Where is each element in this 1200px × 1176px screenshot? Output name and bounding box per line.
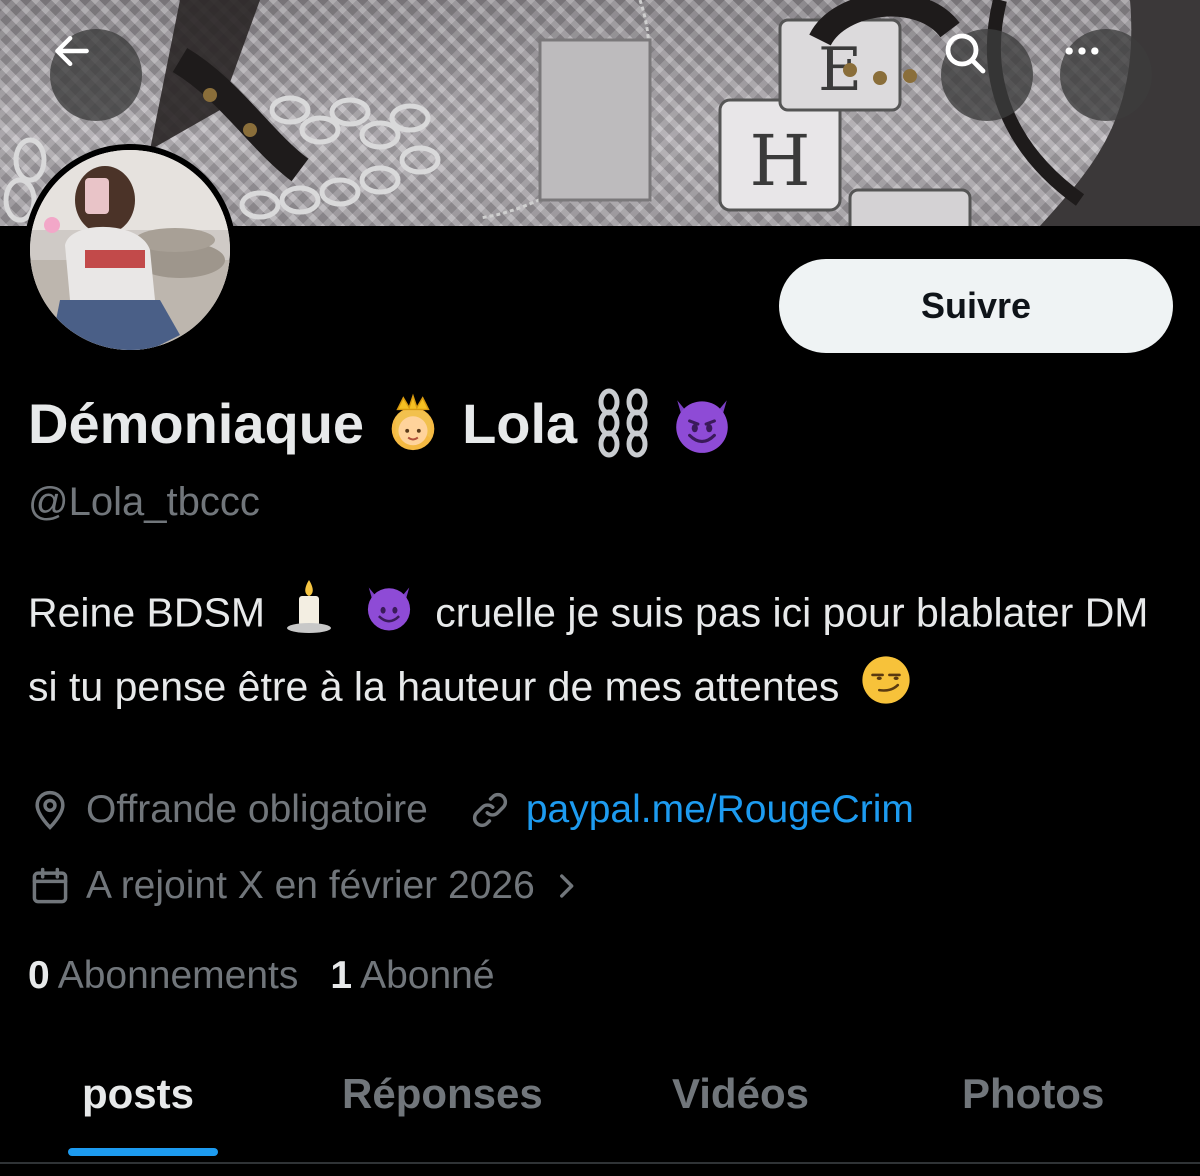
active-tab-indicator bbox=[68, 1148, 218, 1156]
following-link[interactable]: 0 Abonnements bbox=[28, 954, 298, 998]
chevron-right-icon bbox=[559, 874, 574, 898]
tabs-divider bbox=[0, 1162, 1200, 1164]
svg-text:H: H bbox=[749, 120, 810, 202]
search-button[interactable] bbox=[941, 29, 1033, 121]
link-icon bbox=[472, 792, 507, 828]
tab-replies[interactable]: Réponses bbox=[342, 1070, 543, 1118]
joined-row[interactable]: A rejoint X en février 2026 bbox=[28, 864, 583, 908]
search-icon bbox=[945, 33, 986, 74]
more-options-button[interactable] bbox=[1060, 29, 1152, 121]
joined-item[interactable]: A rejoint X en février 2026 bbox=[28, 864, 583, 908]
followers-label: Abonné bbox=[360, 954, 495, 997]
smiling-devil-emoji-icon bbox=[362, 579, 416, 652]
joined-text: A rejoint X en février 2026 bbox=[86, 864, 535, 907]
calendar-icon bbox=[32, 867, 68, 904]
location-pin-icon bbox=[35, 790, 65, 830]
following-count: 0 bbox=[28, 954, 50, 997]
location-item: Offrande obligatoire bbox=[28, 788, 428, 832]
profile-bio: Reine BDSM cruelle je suis pas ici pour … bbox=[28, 578, 1168, 726]
location-text: Offrande obligatoire bbox=[86, 788, 428, 831]
followers-count: 1 bbox=[330, 954, 353, 997]
website-item[interactable]: paypal.me/RougeCrim bbox=[468, 788, 914, 832]
back-button[interactable] bbox=[50, 29, 142, 121]
follow-counts: 0 Abonnements 1 Abonné bbox=[28, 954, 495, 998]
followers-link[interactable]: 1 Abonné bbox=[330, 954, 494, 998]
tab-posts[interactable]: posts bbox=[82, 1070, 194, 1118]
bio-text-1: Reine BDSM bbox=[28, 589, 265, 636]
profile-meta-row: Offrande obligatoire paypal.me/RougeCrim bbox=[28, 788, 914, 832]
chains-emoji-icon bbox=[598, 388, 648, 458]
display-name: Démoniaque Lola bbox=[28, 388, 735, 458]
more-horizontal-icon bbox=[1065, 47, 1099, 55]
follow-button[interactable]: Suivre bbox=[779, 259, 1173, 353]
profile-handle: @Lola_tbccc bbox=[28, 480, 260, 524]
profile-avatar[interactable] bbox=[24, 144, 236, 356]
candle-emoji-icon bbox=[284, 578, 334, 653]
following-label: Abonnements bbox=[57, 954, 299, 997]
avatar-image bbox=[30, 150, 230, 350]
display-name-text: Démoniaque bbox=[28, 391, 365, 455]
website-link[interactable]: paypal.me/RougeCrim bbox=[526, 788, 914, 832]
tab-photos[interactable]: Photos bbox=[962, 1070, 1104, 1118]
smirk-emoji-icon bbox=[859, 653, 913, 726]
tab-videos[interactable]: Vidéos bbox=[672, 1070, 809, 1118]
smiling-devil-emoji-icon bbox=[676, 400, 728, 453]
arrow-left-icon bbox=[55, 35, 89, 67]
princess-emoji-icon bbox=[391, 393, 435, 451]
display-name-text-2: Lola bbox=[462, 391, 578, 455]
